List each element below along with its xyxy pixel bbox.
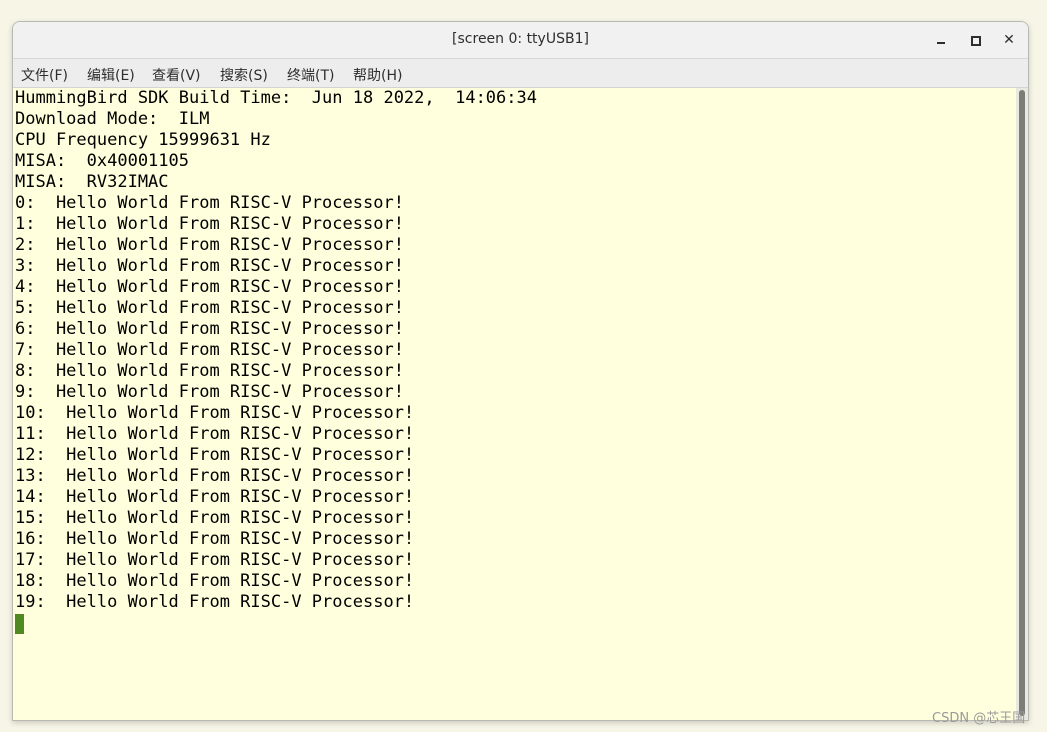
- terminal-line: 19: Hello World From RISC-V Processor!: [15, 592, 415, 612]
- minimize-button[interactable]: [929, 28, 953, 52]
- terminal-output[interactable]: HummingBird SDK Build Time: Jun 18 2022,…: [13, 88, 1016, 720]
- terminal-line: 12: Hello World From RISC-V Processor!: [15, 445, 415, 465]
- terminal-line: 15: Hello World From RISC-V Processor!: [15, 508, 415, 528]
- terminal-line: 13: Hello World From RISC-V Processor!: [15, 466, 415, 486]
- window-title: [screen 0: ttyUSB1]: [452, 31, 589, 47]
- maximize-button[interactable]: [963, 28, 987, 52]
- terminal-line: 7: Hello World From RISC-V Processor!: [15, 340, 404, 360]
- terminal-line: 17: Hello World From RISC-V Processor!: [15, 550, 415, 570]
- vertical-scrollbar[interactable]: [1016, 88, 1028, 720]
- scrollbar-thumb[interactable]: [1019, 90, 1025, 716]
- terminal-line: 14: Hello World From RISC-V Processor!: [15, 487, 415, 507]
- terminal-line: 3: Hello World From RISC-V Processor!: [15, 256, 404, 276]
- terminal-line: 5: Hello World From RISC-V Processor!: [15, 298, 404, 318]
- menu-terminal[interactable]: 终端(T): [287, 65, 334, 85]
- terminal-line: 10: Hello World From RISC-V Processor!: [15, 403, 415, 423]
- terminal-line: 8: Hello World From RISC-V Processor!: [15, 361, 404, 381]
- terminal-line: 0: Hello World From RISC-V Processor!: [15, 193, 404, 213]
- terminal-cursor: [15, 614, 24, 634]
- minimize-icon: [937, 42, 945, 44]
- terminal-line: HummingBird SDK Build Time: Jun 18 2022,…: [15, 88, 537, 108]
- menu-bar: 文件(F) 编辑(E) 查看(V) 搜索(S) 终端(T) 帮助(H): [13, 59, 1028, 88]
- terminal-line: 9: Hello World From RISC-V Processor!: [15, 382, 404, 402]
- terminal-line: 1: Hello World From RISC-V Processor!: [15, 214, 404, 234]
- menu-search[interactable]: 搜索(S): [220, 65, 268, 85]
- close-button[interactable]: ✕: [997, 28, 1021, 52]
- terminal-line: Download Mode: ILM: [15, 109, 210, 129]
- menu-file[interactable]: 文件(F): [21, 65, 68, 85]
- terminal-line: 6: Hello World From RISC-V Processor!: [15, 319, 404, 339]
- maximize-icon: [971, 36, 981, 46]
- terminal-line: MISA: 0x40001105: [15, 151, 189, 171]
- terminal-line: CPU Frequency 15999631 Hz: [15, 130, 271, 150]
- terminal-line: 18: Hello World From RISC-V Processor!: [15, 571, 415, 591]
- watermark: CSDN @芯王国: [932, 711, 1026, 726]
- terminal-line: 4: Hello World From RISC-V Processor!: [15, 277, 404, 297]
- terminal-line: 11: Hello World From RISC-V Processor!: [15, 424, 415, 444]
- terminal-line: MISA: RV32IMAC: [15, 172, 169, 192]
- menu-edit[interactable]: 编辑(E): [87, 65, 135, 85]
- menu-view[interactable]: 查看(V): [152, 65, 201, 85]
- close-icon: ✕: [1003, 32, 1015, 48]
- terminal-line: 2: Hello World From RISC-V Processor!: [15, 235, 404, 255]
- title-bar[interactable]: [screen 0: ttyUSB1] ✕: [13, 22, 1028, 59]
- terminal-window: [screen 0: ttyUSB1] ✕ 文件(F) 编辑(E) 查看(V) …: [12, 21, 1029, 721]
- menu-help[interactable]: 帮助(H): [353, 65, 402, 85]
- terminal-line: 16: Hello World From RISC-V Processor!: [15, 529, 415, 549]
